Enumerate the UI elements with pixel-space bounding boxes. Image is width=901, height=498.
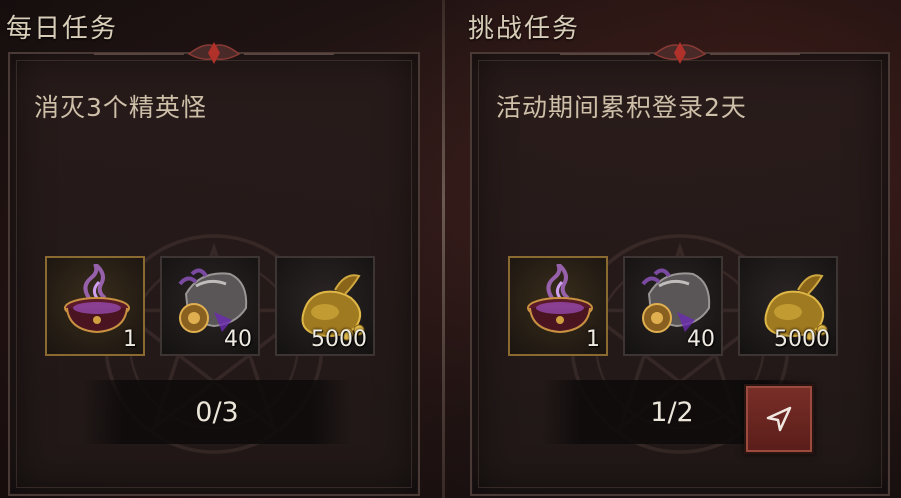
reward-count: 5000	[774, 327, 830, 352]
reward-slot-armor[interactable]: 40	[623, 256, 723, 356]
reward-count: 1	[586, 327, 600, 352]
challenge-panel: 活动期间累积登录2天 1 40 5000 1/2	[470, 42, 890, 496]
column-divider	[442, 0, 445, 498]
reward-count: 40	[224, 327, 252, 352]
daily-panel: 消灭3个精英怪 1 40 5000 0/3	[8, 42, 420, 496]
panel-ornament	[94, 42, 334, 64]
challenge-task-title: 活动期间累积登录2天	[496, 93, 747, 122]
reward-count: 5000	[311, 327, 367, 352]
reward-slot-armor[interactable]: 40	[160, 256, 260, 356]
daily-progress: 0/3	[82, 380, 352, 444]
navigate-button[interactable]	[744, 384, 814, 454]
reward-count: 1	[123, 327, 137, 352]
navigate-arrow-icon	[766, 406, 792, 432]
reward-slot-gold[interactable]: 5000	[275, 256, 375, 356]
challenge-header: 挑战任务	[468, 14, 581, 44]
daily-task-title: 消灭3个精英怪	[34, 93, 207, 122]
panel-ornament	[560, 42, 800, 64]
reward-count: 40	[687, 327, 715, 352]
daily-header: 每日任务	[6, 14, 119, 44]
reward-slot-cauldron[interactable]: 1	[45, 256, 145, 356]
reward-slot-cauldron[interactable]: 1	[508, 256, 608, 356]
reward-slot-gold[interactable]: 5000	[738, 256, 838, 356]
